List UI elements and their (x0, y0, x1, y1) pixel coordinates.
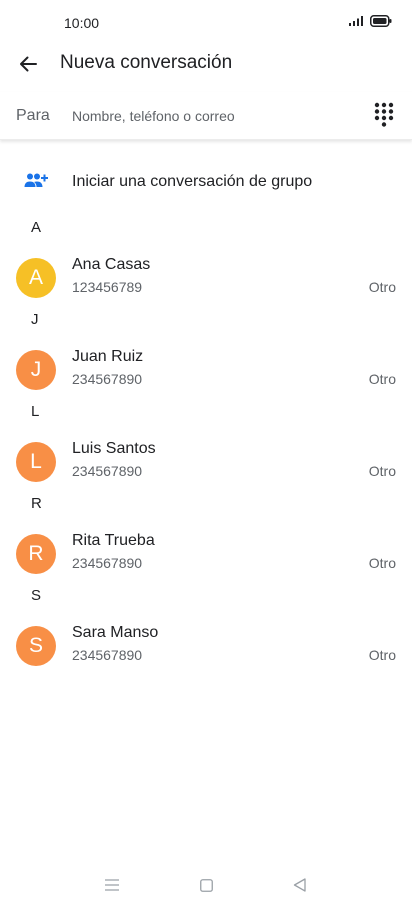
group-add-icon (24, 173, 48, 187)
avatar: R (16, 534, 56, 574)
contact-name: Luis Santos (72, 440, 156, 457)
page-title: Nueva conversación (60, 52, 233, 73)
back-button[interactable] (14, 50, 42, 78)
avatar: J (16, 350, 56, 390)
section-header-l: L (31, 403, 40, 420)
contact-name: Juan Ruiz (72, 348, 144, 365)
back-arrow-icon (20, 56, 37, 72)
to-label: Para (16, 107, 50, 124)
contact-name: Rita Trueba (72, 532, 155, 549)
contact-type: Otro (368, 463, 396, 479)
contact-type: Otro (368, 647, 396, 663)
dialpad-icon (374, 102, 394, 127)
contact-type: Otro (368, 279, 396, 295)
recipient-input[interactable] (72, 104, 352, 128)
battery-icon (370, 15, 392, 27)
avatar: S (16, 626, 56, 666)
system-navigation-bar (0, 866, 412, 906)
section-header-r: R (31, 495, 42, 512)
section-header-s: S (31, 587, 42, 604)
dialpad-button[interactable] (371, 102, 397, 128)
contact-type: Otro (368, 371, 396, 387)
contact-number: 234567890 (72, 555, 143, 571)
avatar: A (16, 258, 56, 298)
status-time: 10:00 (64, 15, 100, 31)
contact-row-luis-santos[interactable]: L Luis Santos 234567890 Otro (0, 438, 412, 494)
start-group-conversation[interactable]: Iniciar una conversación de grupo (0, 160, 412, 204)
contact-number: 234567890 (72, 463, 143, 479)
group-conversation-label: Iniciar una conversación de grupo (72, 173, 313, 190)
contact-name: Sara Manso (72, 624, 159, 641)
contact-row-ana-casas[interactable]: A Ana Casas 123456789 Otro (0, 254, 412, 310)
status-bar: 10:00 (0, 0, 412, 46)
contact-row-sara-manso[interactable]: S Sara Manso 234567890 Otro (0, 622, 412, 678)
avatar: L (16, 442, 56, 482)
menu-icon (105, 879, 119, 891)
contact-number: 234567890 (72, 647, 143, 663)
signal-icon (349, 16, 363, 26)
contact-row-juan-ruiz[interactable]: J Juan Ruiz 234567890 Otro (0, 346, 412, 402)
section-header-j: J (31, 311, 39, 328)
contact-number: 123456789 (72, 279, 143, 295)
recipient-row: Para (0, 92, 412, 140)
section-header-a: A (31, 219, 42, 236)
back-icon (293, 878, 306, 892)
contact-type: Otro (368, 555, 396, 571)
home-icon (199, 878, 213, 892)
status-icons (349, 15, 392, 27)
recents-button[interactable] (102, 876, 122, 894)
home-button[interactable] (196, 876, 216, 894)
top-app-bar: Nueva conversación (0, 46, 412, 82)
contact-name: Ana Casas (72, 256, 151, 273)
contact-row-rita-trueba[interactable]: R Rita Trueba 234567890 Otro (0, 530, 412, 586)
system-back-button[interactable] (289, 876, 309, 894)
contact-number: 234567890 (72, 371, 143, 387)
